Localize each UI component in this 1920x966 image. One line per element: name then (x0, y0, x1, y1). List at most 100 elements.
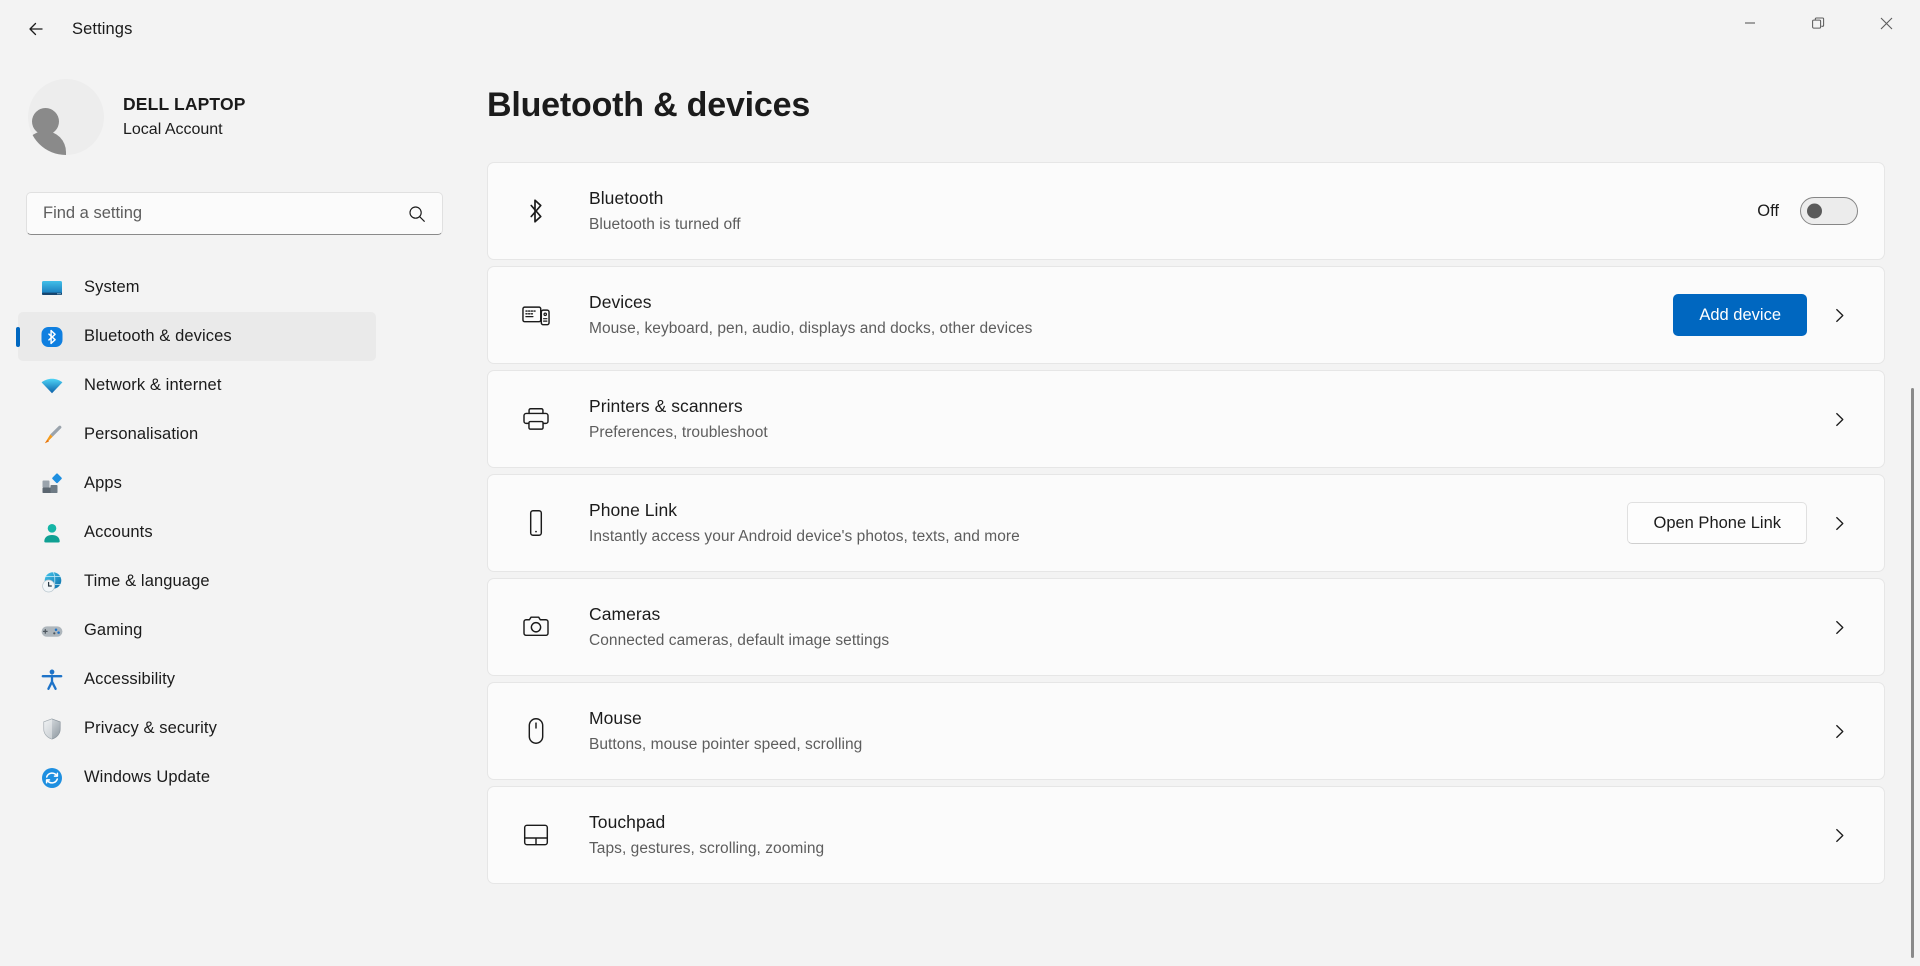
mouse-icon (516, 711, 556, 751)
sidebar-item-label: Network & internet (84, 376, 222, 394)
clock-globe-icon (40, 570, 64, 594)
sidebar-item-label: Bluetooth & devices (84, 327, 232, 345)
selection-indicator (16, 326, 20, 347)
setting-card-touchpad[interactable]: Touchpad Taps, gestures, scrolling, zoomi… (487, 786, 1885, 884)
search-box[interactable] (26, 192, 443, 235)
avatar (28, 79, 104, 155)
sidebar-item-label: Apps (84, 474, 123, 492)
sidebar-item-label: Time & language (84, 572, 210, 590)
card-subtitle: Bluetooth is turned off (589, 216, 741, 234)
card-text: Touchpad Taps, gestures, scrolling, zoomi… (589, 811, 1807, 860)
printer-icon (516, 399, 556, 439)
chevron-right-icon[interactable] (1820, 296, 1858, 334)
sidebar-item-accessibility[interactable]: Accessibility (18, 655, 376, 704)
chevron-right-icon[interactable] (1820, 816, 1858, 854)
card-controls: Open Phone Link (1627, 502, 1858, 544)
card-subtitle: Instantly access your Android device's p… (589, 528, 1020, 546)
setting-card-devices[interactable]: Devices Mouse, keyboard, pen, audio, disp… (487, 266, 1885, 364)
account-summary[interactable]: DELL LAPTOP Local Account (28, 79, 396, 155)
gamepad-icon (40, 619, 64, 643)
devices-icon (516, 295, 556, 335)
chevron-right-icon[interactable] (1820, 504, 1858, 542)
setting-card-phone-link[interactable]: Phone Link Instantly access your Android … (487, 474, 1885, 572)
card-subtitle: Taps, gestures, scrolling, zooming (589, 840, 825, 858)
sidebar-item-label: Windows Update (84, 768, 211, 786)
card-title: Touchpad (589, 811, 666, 832)
chevron-right-icon[interactable] (1820, 712, 1858, 750)
sidebar-item-windows-update[interactable]: Windows Update (18, 753, 376, 802)
setting-card-mouse[interactable]: Mouse Buttons, mouse pointer speed, scrol… (487, 682, 1885, 780)
toggle-state-label: Off (1757, 201, 1779, 220)
restore-icon (1811, 16, 1824, 29)
scrollbar-thumb[interactable] (1911, 388, 1914, 958)
bluetooth-icon (40, 325, 64, 349)
avatar-body-shape (28, 131, 66, 155)
setting-card-cameras[interactable]: Cameras Connected cameras, default image … (487, 578, 1885, 676)
touchpad-icon (516, 815, 556, 855)
settings-card-list: Bluetooth Bluetooth is turned off Off Devi… (487, 162, 1885, 884)
sidebar-item-time-language[interactable]: Time & language (18, 557, 376, 606)
window-controls (1716, 0, 1920, 58)
card-subtitle: Buttons, mouse pointer speed, scrolling (589, 736, 863, 754)
sidebar: DELL LAPTOP Local Account System Bluetoo… (0, 58, 443, 966)
card-controls (1807, 400, 1858, 438)
close-button[interactable] (1852, 0, 1920, 46)
sidebar-item-label: Personalisation (84, 425, 199, 443)
card-controls (1807, 712, 1858, 750)
minimize-button[interactable] (1716, 0, 1784, 46)
card-title: Bluetooth (589, 187, 664, 208)
sidebar-item-privacy-security[interactable]: Privacy & security (18, 704, 376, 753)
scrollbar[interactable] (1905, 58, 1920, 966)
maximize-button[interactable] (1784, 0, 1852, 46)
card-controls (1807, 816, 1858, 854)
sidebar-item-apps[interactable]: Apps (18, 459, 376, 508)
sidebar-item-label: Privacy & security (84, 719, 217, 737)
sidebar-item-label: System (84, 278, 140, 296)
sidebar-item-system[interactable]: System (18, 263, 376, 312)
update-icon (40, 766, 64, 790)
account-text: DELL LAPTOP Local Account (123, 93, 246, 140)
shield-icon (40, 717, 64, 741)
chevron-right-icon[interactable] (1820, 608, 1858, 646)
monitor-icon (40, 276, 64, 300)
toggle-knob (1807, 203, 1822, 219)
add-device-button[interactable]: Add device (1673, 294, 1807, 336)
card-text: Printers & scanners Preferences, troubles… (589, 395, 1807, 444)
apps-icon (40, 472, 64, 496)
card-title: Cameras (589, 603, 661, 624)
bluetooth-toggle[interactable] (1800, 197, 1858, 225)
sidebar-item-label: Accounts (84, 523, 153, 541)
sidebar-nav: System Bluetooth & devices Network & int… (0, 263, 396, 802)
sidebar-item-bluetooth-devices[interactable]: Bluetooth & devices (16, 312, 376, 361)
minimize-icon (1745, 22, 1755, 24)
paintbrush-icon (40, 423, 64, 447)
app-title: Settings (72, 19, 133, 38)
wifi-icon (40, 374, 64, 398)
bluetooth-glyph-icon (516, 191, 556, 231)
sidebar-item-personalisation[interactable]: Personalisation (18, 410, 376, 459)
main-content: Bluetooth & devices Bluetooth Bluetooth i… (396, 58, 1920, 966)
card-title: Phone Link (589, 499, 678, 520)
sidebar-item-accounts[interactable]: Accounts (18, 508, 376, 557)
sidebar-item-label: Gaming (84, 621, 143, 639)
setting-card-printers-scanners[interactable]: Printers & scanners Preferences, troubles… (487, 370, 1885, 468)
phone-icon (516, 503, 556, 543)
card-text: Cameras Connected cameras, default image … (589, 603, 1807, 652)
sidebar-item-network-internet[interactable]: Network & internet (18, 361, 376, 410)
back-button[interactable] (14, 10, 58, 48)
card-controls: Add device (1673, 294, 1858, 336)
card-subtitle: Preferences, troubleshoot (589, 424, 768, 442)
card-text: Devices Mouse, keyboard, pen, audio, disp… (589, 291, 1673, 340)
card-subtitle: Mouse, keyboard, pen, audio, displays an… (589, 320, 1033, 338)
title-bar: Settings (0, 0, 1920, 58)
chevron-right-icon[interactable] (1820, 400, 1858, 438)
sidebar-item-gaming[interactable]: Gaming (18, 606, 376, 655)
open-phone-link-button[interactable]: Open Phone Link (1627, 502, 1807, 544)
back-arrow-icon (29, 22, 43, 36)
camera-icon (516, 607, 556, 647)
close-icon (1880, 17, 1892, 29)
search-input[interactable] (27, 204, 408, 223)
page-title: Bluetooth & devices (487, 86, 811, 124)
card-text: Mouse Buttons, mouse pointer speed, scrol… (589, 707, 1807, 756)
account-name: DELL LAPTOP (123, 94, 246, 115)
